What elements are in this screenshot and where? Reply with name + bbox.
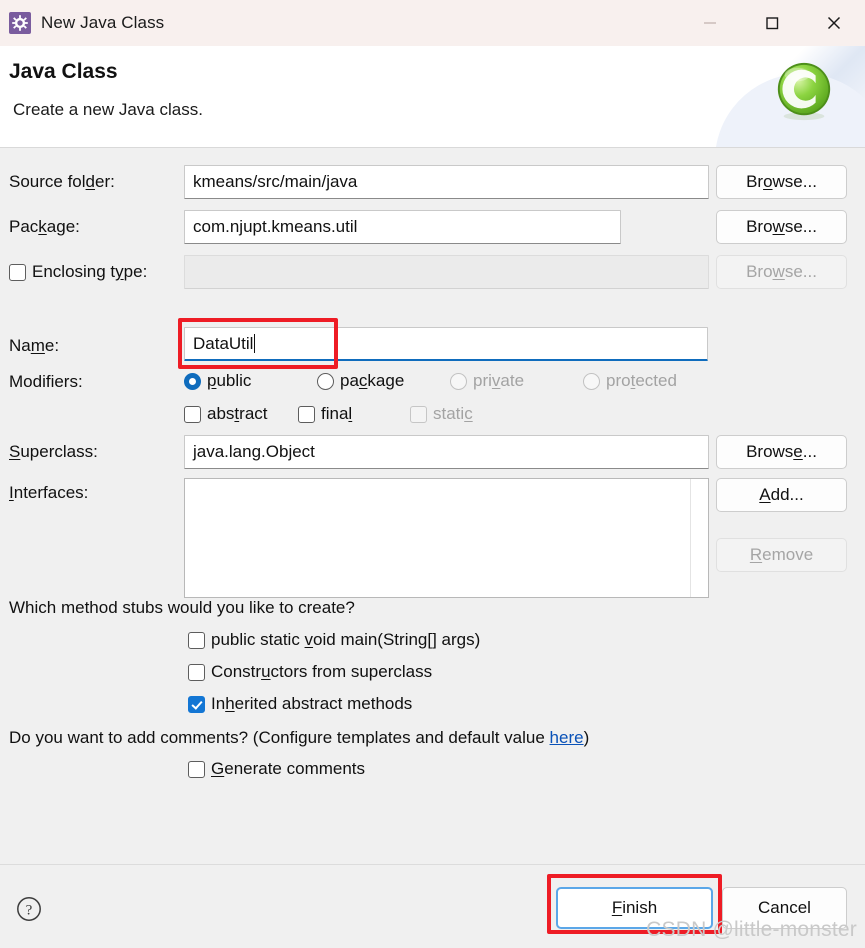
modifier-radio-public[interactable]: public (184, 371, 251, 391)
enclosing-type-input (184, 255, 709, 289)
checkbox-abstract-indicator (184, 405, 201, 423)
checkbox-inherited-indicator (188, 695, 205, 713)
package-label: Package: (9, 217, 80, 236)
modifier-radio-package[interactable]: package (317, 371, 404, 391)
checkbox-generate-comments-label: Generate comments (211, 759, 366, 778)
minimize-button[interactable] (679, 0, 741, 46)
checkbox-abstract-label: abstract (207, 404, 268, 423)
checkbox-main-label: public static void main(String[] args) (211, 630, 481, 649)
checkbox-generate-comments-indicator (188, 760, 205, 778)
comments-question: Do you want to add comments? (Configure … (9, 728, 590, 747)
interfaces-remove-button: Remove (716, 538, 847, 572)
package-value: com.njupt.kmeans.util (193, 217, 358, 236)
superclass-label: Superclass: (9, 442, 98, 461)
source-folder-browse-button[interactable]: Br o wse... (716, 165, 847, 199)
source-folder-value: kmeans/src/main/java (193, 172, 358, 191)
checkbox-final-indicator (298, 405, 315, 423)
radio-private-indicator (450, 372, 467, 390)
checkbox-final-label: final (321, 404, 353, 423)
stub-checkbox-main[interactable]: public static void main(String[] args) (188, 630, 480, 650)
checkbox-static-indicator (410, 405, 427, 423)
checkbox-static-label: static (433, 404, 473, 423)
checkbox-inherited-label: Inherited abstract methods (211, 694, 413, 713)
window-controls (679, 0, 865, 46)
superclass-value: java.lang.Object (193, 442, 315, 461)
superclass-input[interactable]: java.lang.Object (184, 435, 709, 469)
enclosing-type-checkbox[interactable] (9, 263, 26, 281)
radio-package-indicator (317, 372, 334, 390)
method-stubs-question: Which method stubs would you like to cre… (9, 598, 355, 617)
radio-protected-indicator (583, 372, 600, 390)
interfaces-add-button[interactable]: Add... (716, 478, 847, 512)
close-button[interactable] (803, 0, 865, 46)
listbox-divider (690, 479, 691, 597)
gear-glyph (12, 15, 28, 31)
wizard-header: Java Class Create a new Java class. (0, 46, 865, 148)
package-input[interactable]: com.njupt.kmeans.util (184, 210, 621, 244)
modifier-radio-private: private (450, 371, 524, 391)
configure-templates-link[interactable]: here (550, 728, 584, 747)
minimize-icon (704, 22, 716, 24)
eclipse-class-logo (777, 62, 831, 121)
close-icon (827, 16, 841, 30)
radio-public-label: public (207, 371, 252, 390)
modifier-checkbox-final[interactable]: final (298, 404, 352, 424)
modifier-checkbox-static: static (410, 404, 473, 424)
dialog-body: Source folder: kmeans/src/main/java Br o w… (0, 148, 865, 864)
package-browse-button[interactable]: Bro w se... (716, 210, 847, 244)
source-folder-input[interactable]: kmeans/src/main/java (184, 165, 709, 199)
superclass-browse-button[interactable]: Brows e... (716, 435, 847, 469)
radio-private-label: private (473, 371, 525, 390)
enclosing-type-checkbox-row[interactable]: Enclosing type: (9, 262, 147, 282)
java-class-wizard-icon (9, 12, 31, 34)
stub-checkbox-constructors[interactable]: Constructors from superclass (188, 662, 432, 682)
maximize-icon (766, 17, 779, 30)
modifier-radio-protected: protected (583, 371, 677, 391)
radio-public-indicator (184, 372, 201, 390)
modifiers-label: Modifiers: (9, 372, 83, 391)
checkbox-constructors-indicator (188, 663, 205, 681)
name-label: Name: (9, 336, 60, 355)
header-banner-graphic (703, 46, 865, 147)
stub-checkbox-inherited[interactable]: Inherited abstract methods (188, 694, 412, 714)
radio-protected-label: protected (606, 371, 677, 390)
name-value: DataUtil (193, 333, 254, 353)
title-bar: New Java Class (0, 0, 865, 46)
new-java-class-dialog: New Java Class Java Class Create a new J… (0, 0, 865, 948)
checkbox-main-indicator (188, 631, 205, 649)
interfaces-listbox[interactable] (184, 478, 709, 598)
interfaces-label: Interfaces: (9, 483, 89, 502)
checkbox-constructors-label: Constructors from superclass (211, 662, 433, 681)
radio-package-label: package (340, 371, 405, 390)
window-title: New Java Class (41, 13, 165, 32)
watermark: CSDN @little-monster (646, 918, 857, 941)
name-input[interactable]: DataUtil (184, 327, 708, 361)
text-caret (254, 334, 256, 353)
generate-comments-checkbox-row[interactable]: Generate comments (188, 759, 365, 779)
enclosing-type-label: Enclosing type: (32, 262, 148, 281)
page-subtitle: Create a new Java class. (13, 100, 203, 119)
source-folder-label: Source folder: (9, 172, 115, 191)
svg-text:?: ? (26, 903, 33, 919)
page-title: Java Class (9, 60, 118, 83)
help-icon[interactable]: ? (16, 896, 42, 922)
modifier-checkbox-abstract[interactable]: abstract (184, 404, 268, 424)
maximize-button[interactable] (741, 0, 803, 46)
enclosing-type-browse-button: Bro w se... (716, 255, 847, 289)
